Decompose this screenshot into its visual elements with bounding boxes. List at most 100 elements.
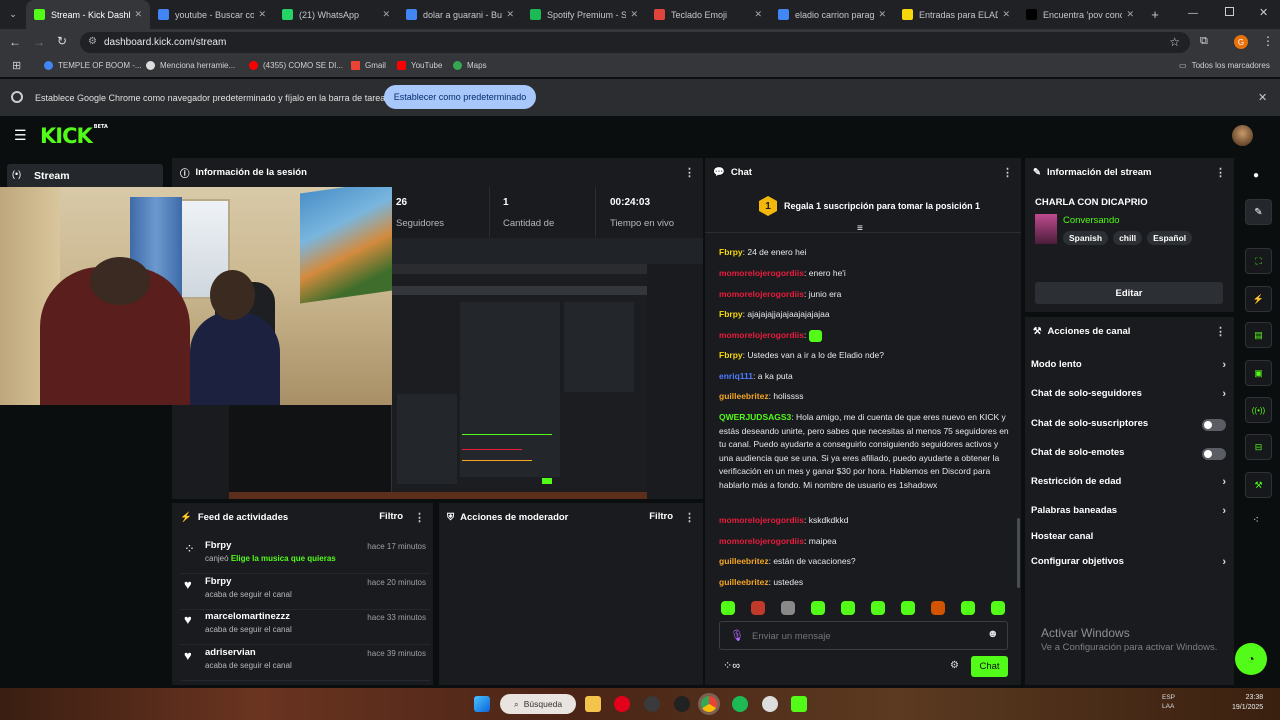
chat-message[interactable]: Fbrpy: 24 de enero hei: [719, 246, 1009, 260]
document-icon[interactable]: ▤: [1245, 322, 1272, 348]
browser-tab[interactable]: Teclado Emoji ✕: [646, 0, 770, 29]
activity-username[interactable]: adriservian: [205, 647, 256, 658]
emote-icon[interactable]: [811, 601, 825, 615]
close-tab-icon[interactable]: ✕: [754, 9, 762, 20]
chrome-taskbar-icon[interactable]: [698, 693, 720, 715]
chat-username[interactable]: Fbrpy: [719, 309, 743, 319]
close-tab-icon[interactable]: ✕: [134, 9, 142, 20]
chat-message[interactable]: guilleebritez: holissss: [719, 390, 1009, 404]
emote-icon[interactable]: [931, 601, 945, 615]
chat-username[interactable]: guilleebritez: [719, 556, 769, 566]
back-icon[interactable]: ←: [9, 35, 21, 49]
chat-icon[interactable]: ▣: [1245, 360, 1272, 386]
chat-username[interactable]: Fbrpy: [719, 247, 743, 257]
chat-message[interactable]: momorelojerogordiis:: [719, 329, 1009, 343]
browser-tab[interactable]: Spotify Premium - Spotify✕: [522, 0, 646, 29]
chat-message[interactable]: momorelojerogordiis: enero he'i: [719, 267, 1009, 281]
chat-username[interactable]: enriq111: [719, 371, 753, 381]
chat-username[interactable]: Fbrpy: [719, 350, 743, 360]
chat-username[interactable]: guilleebritez: [719, 577, 769, 587]
chat-input[interactable]: 🎙 ☻: [719, 621, 1008, 650]
category-name[interactable]: Conversando: [1063, 215, 1120, 226]
emote-icon[interactable]: [841, 601, 855, 615]
edit-button[interactable]: Editar: [1035, 282, 1223, 304]
activity-username[interactable]: marcelomartinezzz: [205, 611, 290, 622]
app-icon[interactable]: [674, 696, 690, 712]
emoji-icon[interactable]: ☻: [987, 628, 999, 640]
tab-search-button[interactable]: ⌄: [0, 0, 26, 29]
close-icon[interactable]: ✕: [1258, 91, 1267, 104]
microphone-icon[interactable]: 🎙: [730, 629, 744, 642]
bookmark-item[interactable]: Menciona herramie...: [146, 61, 235, 70]
emote-icon[interactable]: [991, 601, 1005, 615]
forward-icon[interactable]: →: [33, 35, 45, 49]
channel-action-item[interactable]: Configurar objetivos ›: [1031, 556, 1226, 572]
sidebar-item-stream[interactable]: (•) Stream: [7, 164, 163, 188]
browser-tab[interactable]: Encuentra 'pov concierto'✕: [1018, 0, 1142, 29]
browser-tab[interactable]: youtube - Buscar con Google✕: [150, 0, 274, 29]
file-explorer-icon[interactable]: [585, 696, 601, 712]
language-indicator[interactable]: ESP LAA: [1162, 693, 1175, 711]
bookmark-youtube[interactable]: YouTube: [397, 61, 442, 70]
edit-stream-icon[interactable]: ✎: [1245, 199, 1272, 225]
emote-icon[interactable]: [781, 601, 795, 615]
close-tab-icon[interactable]: ✕: [382, 9, 390, 20]
activity-username[interactable]: Fbrpy: [205, 576, 231, 587]
toggle-switch[interactable]: [1202, 448, 1226, 460]
apps-icon[interactable]: ⊞: [12, 59, 21, 72]
browser-tab[interactable]: (21) WhatsApp ✕: [274, 0, 398, 29]
bookmark-gmail[interactable]: Gmail: [351, 61, 386, 70]
chat-message[interactable]: enriq111: a ka puta: [719, 370, 1009, 384]
channel-action-item[interactable]: Chat de solo-suscriptores: [1031, 418, 1226, 434]
more-options-icon[interactable]: ⋮: [414, 511, 425, 524]
layout-icon[interactable]: ⊟: [1245, 434, 1272, 460]
chat-username[interactable]: momorelojerogordiis: [719, 268, 804, 278]
send-chat-button[interactable]: Chat: [971, 656, 1008, 677]
more-options-icon[interactable]: ⋮: [684, 166, 695, 179]
profile-avatar[interactable]: G: [1234, 35, 1248, 49]
capture-icon[interactable]: ⛶: [1245, 248, 1272, 274]
chat-message[interactable]: guilleebritez: están de vacaciones?: [719, 555, 1009, 569]
chat-username[interactable]: momorelojerogordiis: [719, 330, 804, 340]
bookmark-maps[interactable]: Maps: [453, 61, 487, 70]
expand-icon[interactable]: ≡: [857, 223, 863, 234]
chat-message[interactable]: Fbrpy: ajajajajjajajaajajajajaa: [719, 308, 1009, 322]
chat-message[interactable]: momorelojerogordiis: kskdkdkkd: [719, 514, 1009, 528]
spotify-icon[interactable]: [732, 696, 748, 712]
support-chat-button[interactable]: ◔: [1235, 643, 1267, 675]
pinned-gift-banner[interactable]: 1 Regala 1 suscripción para tomar la pos…: [705, 187, 1021, 234]
minimize-button[interactable]: —: [1188, 8, 1198, 19]
site-info-icon[interactable]: ⚙: [88, 36, 97, 47]
broadcast-icon[interactable]: ((•)): [1245, 397, 1272, 423]
more-options-icon[interactable]: ⋮: [684, 511, 695, 524]
taskbar-search[interactable]: ⌕ Búsqueda: [500, 694, 576, 714]
bookmark-item[interactable]: TEMPLE OF BOOM -...: [44, 61, 142, 70]
bookmark-item[interactable]: (4355) COMO SE DI...: [249, 61, 343, 70]
address-bar[interactable]: ⚙ dashboard.kick.com/stream ☆: [80, 32, 1190, 53]
info-icon[interactable]: ●: [1253, 170, 1259, 181]
filter-button[interactable]: Filtro: [649, 511, 673, 522]
channel-action-item[interactable]: Modo lento ›: [1031, 359, 1226, 375]
close-window-button[interactable]: ✕: [1259, 6, 1268, 19]
channel-action-item[interactable]: Palabras baneadas ›: [1031, 505, 1226, 521]
chat-username[interactable]: guilleebritez: [719, 391, 769, 401]
reload-icon[interactable]: ↻: [57, 34, 67, 48]
close-tab-icon[interactable]: ✕: [878, 9, 886, 20]
browser-tab[interactable]: Stream - Kick Dashboard ✕: [26, 0, 150, 29]
browser-tab[interactable]: dolar a guarani - Buscar con Google✕: [398, 0, 522, 29]
opera-icon[interactable]: [614, 696, 630, 712]
stream-tag[interactable]: Español: [1147, 231, 1193, 245]
emote-icon[interactable]: [721, 601, 735, 615]
stream-tag[interactable]: chill: [1113, 231, 1143, 245]
new-tab-button[interactable]: +: [1142, 7, 1168, 22]
channel-action-item[interactable]: Chat de solo-seguidores ›: [1031, 388, 1226, 404]
channel-action-item[interactable]: Chat de solo-emotes: [1031, 447, 1226, 463]
browser-tab[interactable]: eladio carrion paraguay✕: [770, 0, 894, 29]
chat-username[interactable]: momorelojerogordiis: [719, 289, 804, 299]
emote-icon[interactable]: [961, 601, 975, 615]
dots-icon[interactable]: ⁖: [1253, 515, 1259, 526]
chat-message[interactable]: guilleebritez: ustedes: [719, 576, 1009, 590]
obs-icon[interactable]: [762, 696, 778, 712]
maximize-button[interactable]: [1225, 7, 1234, 16]
activity-item[interactable]: ⁘ Fbrpy hace 17 minutos canjeó Elige la mus…: [180, 538, 430, 574]
